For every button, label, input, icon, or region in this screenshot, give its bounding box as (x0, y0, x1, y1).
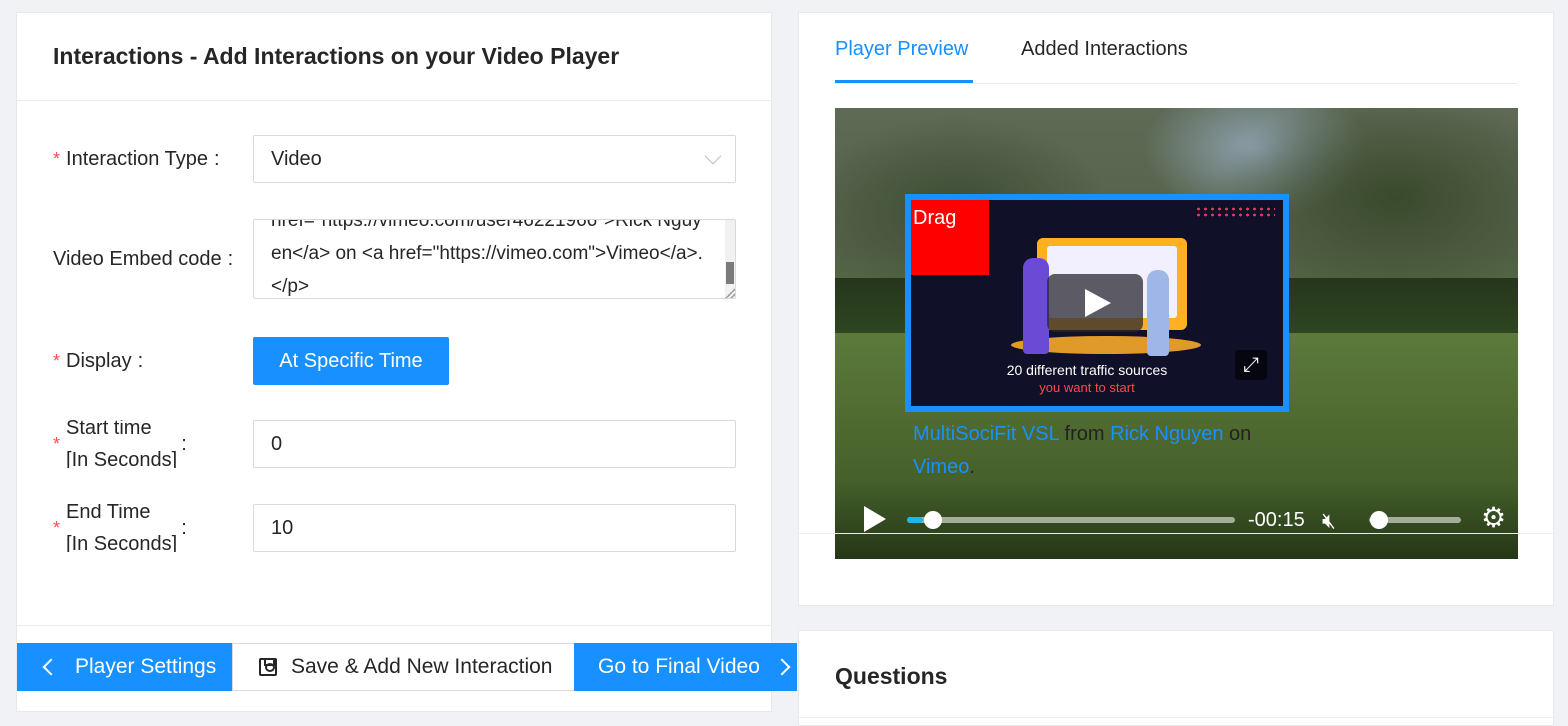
interaction-type-value: Video (271, 147, 322, 170)
play-icon[interactable] (864, 506, 886, 532)
illustration-person (1147, 270, 1169, 356)
divider (799, 533, 1553, 534)
embedded-video-interaction[interactable]: 20 different traffic sources you want to… (905, 194, 1289, 412)
form-title: Interactions - Add Interactions on your … (53, 43, 620, 69)
go-to-final-video-button[interactable]: Go to Final Video (574, 643, 797, 691)
resize-handle[interactable] (725, 288, 735, 298)
fullscreen-icon[interactable]: ⤢ (1235, 350, 1267, 380)
display-row: * Display : At Specific Time (53, 337, 735, 385)
author-link[interactable]: Rick Nguyen (1110, 423, 1223, 445)
required-mark: * (53, 148, 61, 169)
inner-video-caption: 20 different traffic sources (1006, 362, 1168, 378)
chevron-down-icon (704, 147, 722, 165)
drag-handle[interactable]: Drag (911, 200, 989, 275)
interaction-form-card: Interactions - Add Interactions on your … (16, 12, 772, 712)
questions-card: Questions (798, 630, 1554, 726)
inner-video-subcaption: you want to start (1039, 380, 1135, 395)
interaction-type-row: * Interaction Type : Video (53, 135, 736, 183)
preview-tabs: Player Preview Added Interactions (835, 13, 1517, 84)
tab-player-preview[interactable]: Player Preview (835, 38, 968, 61)
start-time-row: * Start time [In Seconds] : 0 (53, 420, 736, 468)
divider (799, 717, 1553, 718)
active-tab-indicator (835, 80, 973, 83)
video-credit: MultiSociFit VSL from Rick Nguyen on Vim… (913, 423, 1252, 478)
video-link[interactable]: MultiSociFit VSL (913, 423, 1059, 445)
end-time-row: * End Time [In Seconds] : 10 (53, 504, 736, 552)
embed-code-row: Video Embed code : href="https://vimeo.c… (53, 219, 736, 299)
embed-code-textarea[interactable]: href="https://vimeo.com/user46221966">Ri… (253, 219, 736, 299)
video-player[interactable]: 20 different traffic sources you want to… (835, 108, 1518, 559)
scrollbar-thumb[interactable] (726, 262, 734, 284)
progress-fill (907, 517, 924, 523)
textarea-scrollbar[interactable] (725, 220, 735, 298)
interaction-type-select[interactable]: Video (253, 135, 736, 183)
embed-code-value: href="https://vimeo.com/user46221966">Ri… (271, 219, 703, 297)
display-label: * Display : (53, 349, 144, 372)
save-icon (259, 658, 277, 676)
vimeo-link[interactable]: Vimeo (913, 456, 969, 478)
end-time-input[interactable]: 10 (253, 504, 736, 552)
chevron-right-icon (773, 658, 791, 676)
at-specific-time-button[interactable]: At Specific Time (253, 337, 449, 385)
start-time-label: * Start time [In Seconds] : (53, 420, 187, 468)
end-time-value: 10 (271, 516, 294, 539)
decorative-dots (1195, 206, 1275, 218)
gear-icon[interactable]: ⚙ (1481, 504, 1506, 532)
start-time-value: 0 (271, 432, 283, 455)
tab-added-interactions[interactable]: Added Interactions (1021, 38, 1188, 61)
progress-bar[interactable] (907, 517, 1235, 523)
end-time-label: * End Time [In Seconds] : (53, 504, 187, 552)
volume-handle[interactable] (1370, 511, 1388, 529)
preview-card: Player Preview Added Interactions 20 dif… (798, 12, 1554, 606)
time-remaining: -00:15 (1248, 509, 1305, 531)
form-header: Interactions - Add Interactions on your … (17, 13, 771, 101)
illustration-person (1023, 258, 1049, 354)
player-settings-button[interactable]: Player Settings (17, 643, 232, 691)
play-icon[interactable] (1047, 274, 1143, 332)
questions-title: Questions (835, 663, 948, 689)
start-time-input[interactable]: 0 (253, 420, 736, 468)
form-divider (17, 625, 771, 626)
interaction-type-label: * Interaction Type : (53, 147, 220, 170)
save-add-interaction-button[interactable]: Save & Add New Interaction (232, 643, 575, 691)
chevron-left-icon (42, 658, 60, 676)
muted-volume-icon[interactable]: 🔇︎ (1322, 508, 1354, 533)
embed-code-label: Video Embed code : (53, 247, 234, 270)
